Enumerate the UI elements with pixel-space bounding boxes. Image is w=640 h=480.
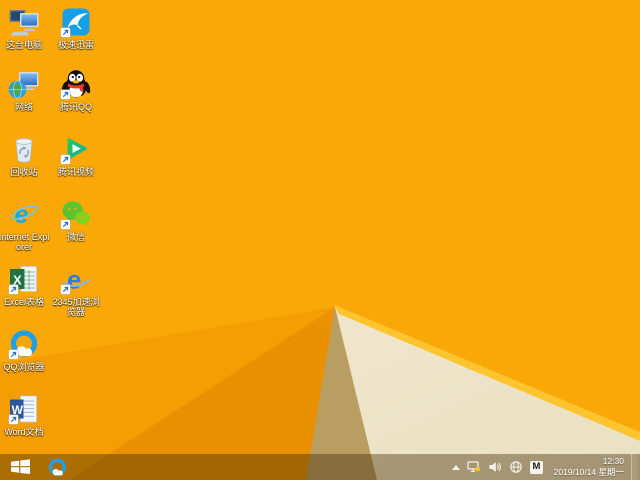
- shortcut-arrow-icon: [8, 349, 19, 360]
- tencent-video-icon: [60, 133, 92, 165]
- qq-browser-icon: [48, 458, 66, 476]
- icon-label: 腾讯视频: [57, 167, 94, 177]
- shortcut-arrow-icon: [60, 89, 71, 100]
- desktop-icon-qq-browser[interactable]: QQ浏览器: [0, 328, 51, 372]
- icon-label: 这台电脑: [5, 40, 42, 50]
- desktop-icon-excel[interactable]: X Excel表格: [0, 263, 51, 307]
- 2345-browser-icon: e: [60, 263, 92, 295]
- icon-label: Internet Explorer: [0, 232, 50, 253]
- clock-date: 2019/10/14 星期一: [553, 467, 624, 477]
- icon-label: Excel表格: [3, 297, 44, 307]
- this-pc-icon: [8, 6, 40, 38]
- input-method-label: M: [532, 461, 541, 473]
- taskbar-clock[interactable]: 12:30 2019/10/14 星期一: [550, 456, 624, 478]
- shortcut-arrow-icon: [8, 414, 19, 425]
- clock-time: 12:30: [602, 455, 624, 466]
- windows-logo-icon: [10, 459, 30, 475]
- qq-penguin-icon: [60, 68, 92, 100]
- desktop-icon-recycle-bin[interactable]: 回收站: [0, 133, 51, 177]
- desktop-icon-this-pc[interactable]: 这台电脑: [0, 6, 51, 50]
- desktop-icon-wechat[interactable]: 微信: [49, 198, 103, 242]
- icon-label: 2345加速浏览器: [52, 297, 100, 318]
- start-button[interactable]: [0, 454, 40, 480]
- taskbar-pinned-qq-browser[interactable]: [40, 454, 74, 480]
- shortcut-arrow-icon: [60, 219, 71, 230]
- wechat-icon: [60, 198, 92, 230]
- icon-label: 回收站: [10, 167, 38, 177]
- word-icon: W: [8, 393, 40, 425]
- input-method-indicator[interactable]: M: [530, 460, 543, 474]
- taskbar: M 12:30 2019/10/14 星期一: [0, 454, 640, 480]
- hidden-icons-chevron-icon[interactable]: [452, 464, 460, 470]
- desktop-icon-internet-explorer[interactable]: e Internet Explorer: [0, 198, 51, 253]
- qq-browser-icon: [8, 328, 40, 360]
- volume-tray-icon[interactable]: [488, 460, 502, 474]
- network-globe-tray-icon[interactable]: [509, 460, 523, 474]
- desktop-icon-tencent-qq[interactable]: 腾讯QQ: [49, 68, 103, 112]
- desktop-icon-network[interactable]: 网络: [0, 68, 51, 112]
- icon-label: Word文档: [4, 427, 44, 437]
- shortcut-arrow-icon: [8, 284, 19, 295]
- icon-label: QQ浏览器: [3, 362, 45, 372]
- icon-label: 网络: [14, 102, 33, 112]
- thunder-icon: [60, 6, 92, 38]
- system-tray: M 12:30 2019/10/14 星期一: [452, 454, 640, 480]
- shortcut-arrow-icon: [60, 154, 71, 165]
- icon-label: 腾讯QQ: [59, 102, 92, 112]
- icon-label: 极速迅雷: [57, 40, 94, 50]
- desktop: 这台电脑 极速迅雷 网络 腾讯QQ 回收站 腾讯视频 e Internet Ex…: [0, 0, 640, 480]
- desktop-icon-word[interactable]: W Word文档: [0, 393, 51, 437]
- network-icon: [8, 68, 40, 100]
- show-desktop-button[interactable]: [631, 454, 637, 480]
- desktop-icon-thunder-speed[interactable]: 极速迅雷: [49, 6, 103, 50]
- pc-security-tray-icon[interactable]: [467, 460, 481, 474]
- internet-explorer-icon: e: [8, 198, 40, 230]
- desktop-icon-tencent-video[interactable]: 腾讯视频: [49, 133, 103, 177]
- icon-label: 微信: [66, 232, 85, 242]
- shortcut-arrow-icon: [60, 284, 71, 295]
- recycle-bin-icon: [8, 133, 40, 165]
- shortcut-arrow-icon: [60, 27, 71, 38]
- desktop-icon-2345-browser[interactable]: e 2345加速浏览器: [49, 263, 103, 318]
- excel-icon: X: [8, 263, 40, 295]
- svg-text:e: e: [15, 201, 29, 229]
